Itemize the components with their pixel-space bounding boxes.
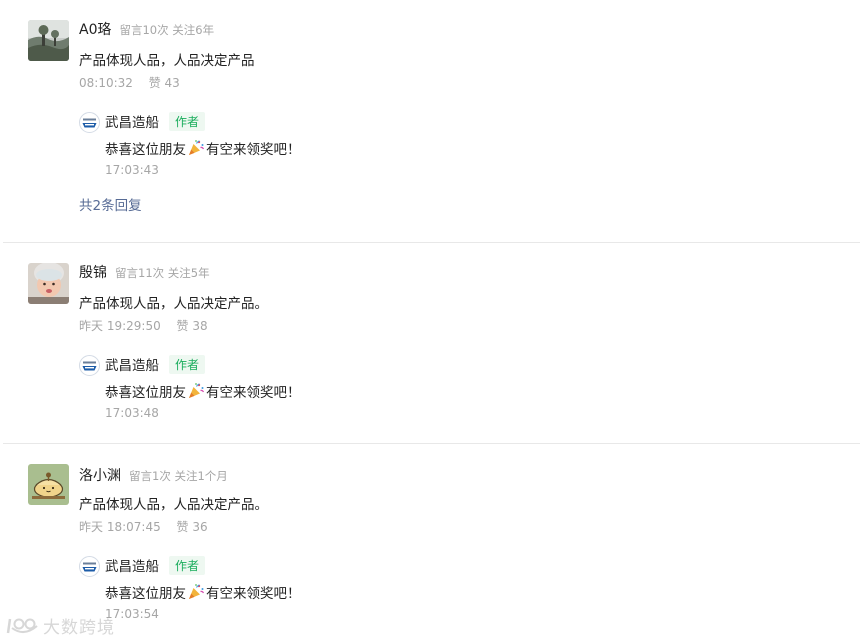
author-badge: 作者 <box>169 555 206 575</box>
party-popper-icon <box>187 139 205 157</box>
reply-time: 17:03:43 <box>105 163 159 177</box>
cartoon-pudding-avatar-icon <box>28 464 69 505</box>
author-name: 武昌造船 <box>105 559 159 575</box>
comment-time: 08:10:32 <box>79 76 133 90</box>
landscape-photo-avatar-icon <box>28 20 69 61</box>
author-avatar <box>79 355 100 376</box>
party-popper-icon <box>187 583 205 601</box>
user-name: A0珞 <box>79 22 112 38</box>
author-avatar <box>79 556 100 577</box>
like-count[interactable]: 赞 38 <box>177 319 208 333</box>
baby-photo-avatar-icon <box>28 263 69 304</box>
user-meta: 留言10次 关注6年 <box>119 23 215 37</box>
comment-item: A0珞 留言10次 关注6年 产品体现人品，人品决定产品 08:10:32 赞 … <box>0 0 860 242</box>
reply-content: 恭喜这位朋友 有空来领奖吧！ <box>105 582 301 602</box>
shipyard-logo-icon <box>79 355 100 376</box>
comment-time: 昨天 18:07:45 <box>79 520 161 534</box>
like-count[interactable]: 赞 36 <box>177 520 208 534</box>
user-name: 殷锦 <box>79 265 107 281</box>
more-replies-link[interactable]: 共2条回复 <box>79 194 142 214</box>
reply-time: 17:03:48 <box>105 406 159 420</box>
author-name: 武昌造船 <box>105 358 159 374</box>
user-avatar[interactable] <box>28 464 69 505</box>
comment-content: 产品体现人品，人品决定产品。 <box>79 296 268 312</box>
comment-item: 殷锦 留言11次 关注5年 产品体现人品，人品决定产品。 昨天 19:29:50… <box>0 243 860 443</box>
reply-text-end: 有空来领奖吧！ <box>206 586 301 602</box>
user-avatar[interactable] <box>28 263 69 304</box>
watermark-text: 大数跨境 <box>43 618 115 638</box>
author-badge: 作者 <box>169 354 206 374</box>
reply-text-start: 恭喜这位朋友 <box>105 142 186 158</box>
comment-content: 产品体现人品，人品决定产品 <box>79 53 255 69</box>
reply-text-end: 有空来领奖吧！ <box>206 385 301 401</box>
author-avatar <box>79 112 100 133</box>
author-name: 武昌造船 <box>105 115 159 131</box>
reply-content: 恭喜这位朋友 有空来领奖吧！ <box>105 381 301 401</box>
comment-content: 产品体现人品，人品决定产品。 <box>79 497 268 513</box>
like-count[interactable]: 赞 43 <box>149 76 180 90</box>
comment-time: 昨天 19:29:50 <box>79 319 161 333</box>
shipyard-logo-icon <box>79 112 100 133</box>
reply-text-end: 有空来领奖吧！ <box>206 142 301 158</box>
user-meta: 留言11次 关注5年 <box>115 266 210 280</box>
watermark-logo-icon <box>6 618 38 633</box>
author-badge: 作者 <box>169 111 206 131</box>
user-meta: 留言1次 关注1个月 <box>129 469 228 483</box>
watermark: 大数跨境 <box>6 613 115 638</box>
shipyard-logo-icon <box>79 556 100 577</box>
comment-item: 洛小渊 留言1次 关注1个月 产品体现人品，人品决定产品。 昨天 18:07:4… <box>0 444 860 642</box>
user-name: 洛小渊 <box>79 468 121 484</box>
reply-content: 恭喜这位朋友 有空来领奖吧！ <box>105 138 301 158</box>
reply-text-start: 恭喜这位朋友 <box>105 586 186 602</box>
user-avatar[interactable] <box>28 20 69 61</box>
party-popper-icon <box>187 382 205 400</box>
reply-text-start: 恭喜这位朋友 <box>105 385 186 401</box>
